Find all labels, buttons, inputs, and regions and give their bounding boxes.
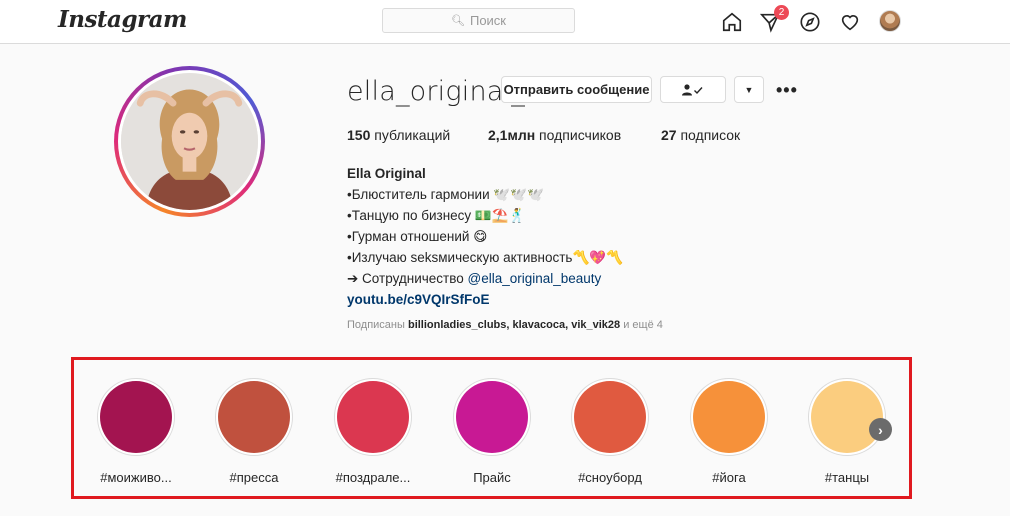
highlight-label: #йога [712,470,746,485]
top-navigation-bar: Instagram 🔍︎ Поиск 2 [0,0,1010,44]
profile-bio: Ella Original •Блюститель гармонии 🕊️🕊️🕊… [347,163,747,310]
send-message-button[interactable]: Отправить сообщение [501,76,652,103]
profile-avatar-icon[interactable] [879,10,901,32]
profile-full-name: Ella Original [347,166,426,181]
person-check-icon [682,83,703,95]
collab-mention-link[interactable]: @ella_original_beauty [468,271,602,286]
following-count[interactable]: 27 подписок [661,127,740,143]
bio-line: •Излучаю seksмическую активность〽️💖〽️ [347,250,623,265]
story-highlight[interactable]: #сноуборд [555,378,665,485]
story-highlight[interactable]: #пресса [199,378,309,485]
home-icon[interactable] [719,9,745,35]
highlight-cover [693,381,765,453]
suggestions-dropdown-button[interactable]: ▼ [734,76,764,103]
caret-down-icon: ▼ [744,84,754,95]
chevron-right-icon[interactable]: › [869,418,892,441]
search-icon: 🔍︎ [451,15,465,27]
bio-line: •Гурман отношений 😋 [347,229,488,244]
highlight-cover [100,381,172,453]
explore-icon[interactable] [797,9,823,35]
highlight-cover [456,381,528,453]
highlight-cover [337,381,409,453]
search-placeholder: Поиск [469,13,506,28]
notification-badge: 2 [774,5,789,20]
instagram-logo[interactable]: Instagram [58,6,187,33]
story-highlight[interactable]: #поздрале... [318,378,428,485]
posts-count: 150 публикаций [347,127,451,143]
following-button[interactable] [660,76,726,103]
activity-heart-icon[interactable] [837,9,863,35]
highlight-label: #моиживо... [100,470,172,485]
highlight-cover [218,381,290,453]
bio-external-link[interactable]: youtu.be/c9VQIrSfFoE [347,289,747,310]
profile-avatar[interactable] [114,66,265,217]
followed-by-text[interactable]: Подписаны billionladies_clubs, klavacoca… [347,319,663,331]
highlight-cover [811,381,883,453]
bio-line: •Блюститель гармонии 🕊️🕊️🕊️ [347,187,544,202]
bio-line: •Танцую по бизнесу 💵⛱️🕺 [347,208,526,223]
highlight-label: #танцы [824,470,870,485]
highlight-label: #поздрале... [335,470,411,485]
more-options-icon[interactable]: ••• [776,80,798,101]
followers-count[interactable]: 2,1млн подписчиков [488,127,621,143]
direct-icon[interactable]: 2 [757,5,789,35]
highlight-cover [574,381,646,453]
profile-username: ella_original_ [347,76,525,107]
highlight-label: #сноуборд [578,470,642,485]
bio-collab-line: ➔ Сотрудничество @ella_original_beauty [347,271,602,286]
story-highlight[interactable]: #йога [674,378,784,485]
story-highlight[interactable]: #моиживо... [81,378,191,485]
highlight-label: Прайс [473,470,511,485]
profile-photo-portrait [121,73,258,210]
profile-photo [121,73,258,210]
search-input[interactable]: 🔍︎ Поиск [382,8,575,33]
story-highlight[interactable]: Прайс [437,378,547,485]
highlight-label: #пресса [229,470,279,485]
